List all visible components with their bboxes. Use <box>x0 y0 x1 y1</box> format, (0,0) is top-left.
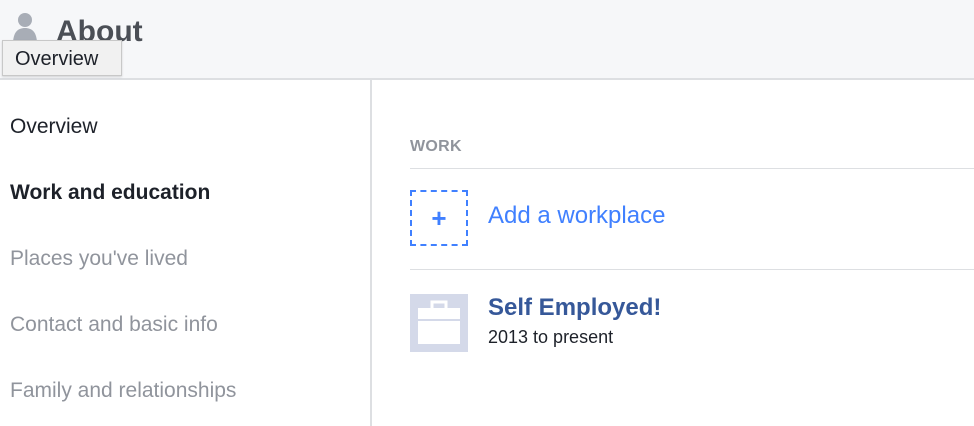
workplace-dates: 2013 to present <box>488 327 614 347</box>
plus-icon: + <box>431 203 447 233</box>
sidebar-item-overview[interactable]: Overview <box>10 114 98 140</box>
add-workplace-link[interactable]: Add a workplace <box>488 202 665 230</box>
add-workplace-button[interactable]: + <box>410 190 468 246</box>
section-divider <box>410 168 974 169</box>
sidebar-item-family-relationships[interactable]: Family and relationships <box>10 378 236 404</box>
about-sidebar: Overview Work and education Places you'v… <box>0 80 372 426</box>
sidebar-item-places-lived[interactable]: Places you've lived <box>10 246 188 272</box>
workplace-divider <box>410 269 974 270</box>
workplace-name-link[interactable]: Self Employed! <box>488 294 661 322</box>
sidebar-item-contact-info[interactable]: Contact and basic info <box>10 312 218 338</box>
sidebar-item-work-and-education[interactable]: Work and education <box>10 180 210 206</box>
briefcase-icon <box>410 294 468 352</box>
work-section-heading: WORK <box>410 138 462 155</box>
main-content: WORK + Add a workplace Self Employed! 20… <box>372 80 974 426</box>
page-header: About <box>0 0 974 80</box>
overview-tooltip: Overview <box>2 40 122 76</box>
